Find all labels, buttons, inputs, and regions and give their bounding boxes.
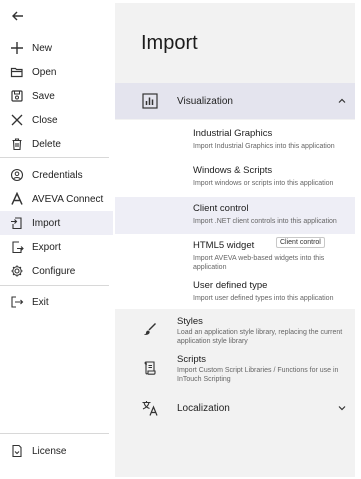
option-description: Load an application style library, repla… — [177, 329, 343, 345]
option-description: Import user defined types into this appl… — [193, 295, 334, 302]
option-description: Import AVEVA web-based widgets into this… — [193, 255, 325, 271]
option-title: User defined type — [193, 280, 268, 291]
section-visualization[interactable]: Visualization — [115, 83, 355, 119]
menu-item-label: Import — [32, 217, 61, 229]
menu-item-label: Save — [32, 90, 55, 102]
menu-item-label: New — [32, 42, 53, 54]
license-icon — [10, 444, 24, 458]
section-label: Visualization — [177, 95, 233, 107]
menu-item-save[interactable]: Save — [0, 84, 113, 108]
bar-chart-icon — [142, 93, 158, 109]
option-description: Import Industrial Graphics into this app… — [193, 143, 335, 150]
option-title: Styles — [177, 316, 203, 327]
menu-item-label: Credentials — [32, 169, 83, 181]
section-localization[interactable]: Localization — [115, 390, 355, 426]
menu-item-label: Close — [32, 114, 58, 126]
back-arrow-icon[interactable] — [10, 8, 26, 24]
chevron-up-icon[interactable] — [337, 96, 347, 106]
option-title: Windows & Scripts — [193, 165, 273, 176]
user-circle-icon — [10, 168, 24, 182]
menu-item-label: Configure — [32, 265, 76, 277]
client-control-tag: Client control — [276, 237, 325, 248]
menu-item-close[interactable]: Close — [0, 108, 113, 132]
option-title: Scripts — [177, 354, 207, 365]
trash-icon — [10, 137, 24, 151]
option-title: Client control — [193, 203, 249, 214]
option-description: Import .NET client controls into this ap… — [193, 218, 337, 225]
export-icon — [10, 240, 24, 254]
import-option-industrial-graphics[interactable]: Industrial Graphics Import Industrial Gr… — [115, 122, 355, 159]
menu-item-label: Open — [32, 66, 57, 78]
divider — [0, 157, 109, 158]
menu-item-aveva-connect[interactable]: AVEVA Connect — [0, 187, 113, 211]
menu-item-import[interactable]: Import — [0, 211, 113, 235]
import-option-user-defined-type[interactable]: User defined type Import user defined ty… — [115, 274, 355, 311]
menu-item-label: Exit — [32, 296, 49, 308]
import-option-styles[interactable]: Styles Load an application style library… — [115, 316, 355, 352]
brush-icon — [144, 323, 156, 335]
menu-item-label: Delete — [32, 138, 61, 150]
menu-item-label: AVEVA Connect — [32, 193, 104, 205]
menu-item-open[interactable]: Open — [0, 60, 113, 84]
option-description: Import Custom Script Libraries / Functio… — [177, 367, 339, 383]
sidebar: New Open Save Close Delete Credentials A… — [0, 0, 113, 479]
divider — [0, 433, 109, 434]
page-title: Import — [141, 32, 198, 54]
import-option-html5-widget[interactable]: HTML5 widget Client control Import AVEVA… — [115, 234, 355, 272]
menu-item-label: Export — [32, 241, 61, 253]
option-title: HTML5 widget — [193, 240, 255, 251]
menu-item-label: License — [32, 445, 67, 457]
menu-item-exit[interactable]: Exit — [0, 290, 113, 314]
section-label: Localization — [177, 402, 230, 414]
close-icon — [10, 113, 24, 127]
menu-item-credentials[interactable]: Credentials — [0, 163, 113, 187]
chevron-down-icon[interactable] — [337, 403, 347, 413]
exit-icon — [10, 295, 24, 309]
option-title: Industrial Graphics — [193, 128, 273, 139]
menu-item-configure[interactable]: Configure — [0, 259, 113, 283]
import-option-client-control[interactable]: Client control Import .NET client contro… — [115, 197, 355, 234]
option-description: Import windows or scripts into this appl… — [193, 180, 334, 187]
menu-item-export[interactable]: Export — [0, 235, 113, 259]
menu-item-license[interactable]: License — [0, 439, 113, 463]
visualization-list: Industrial Graphics Import Industrial Gr… — [115, 120, 355, 309]
menu-item-delete[interactable]: Delete — [0, 132, 113, 156]
translate-icon — [142, 401, 158, 416]
import-icon — [10, 216, 24, 230]
menu-item-new[interactable]: New — [0, 36, 113, 60]
import-option-scripts[interactable]: Scripts Import Custom Script Libraries /… — [115, 354, 355, 390]
gear-icon — [10, 264, 24, 278]
folder-open-icon — [10, 65, 24, 79]
divider — [0, 285, 109, 286]
script-icon — [144, 361, 156, 375]
plus-icon — [10, 41, 24, 55]
aveva-logo-icon — [10, 192, 24, 206]
import-option-windows-scripts[interactable]: Windows & Scripts Import windows or scri… — [115, 159, 355, 196]
save-icon — [10, 89, 24, 103]
